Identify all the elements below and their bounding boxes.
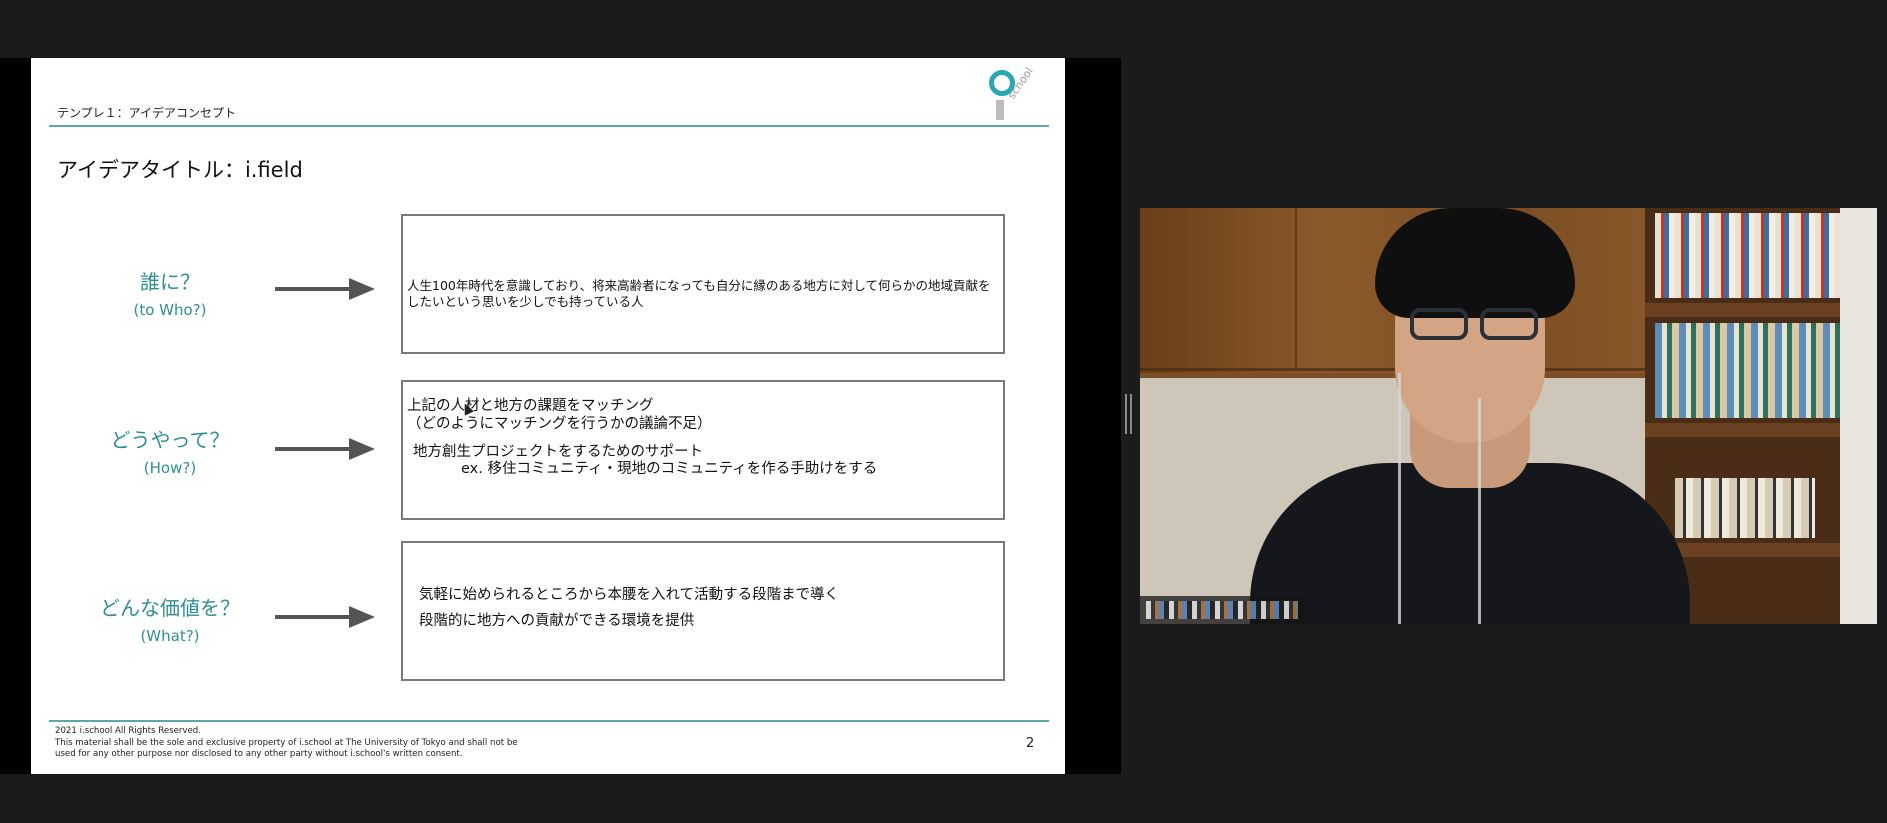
copyright-footer: 2021 i.school All Rights Reserved. This … [55, 726, 518, 761]
slide-title: アイデアタイトル：i.field [57, 158, 303, 182]
participant-name-plate [1140, 596, 1304, 624]
footer-line: 2021 i.school All Rights Reserved. [55, 726, 201, 736]
footer-rule [49, 720, 1049, 722]
split-divider-handle[interactable] [1125, 394, 1133, 434]
page-number: 2 [1026, 736, 1035, 751]
header-rule [49, 125, 1049, 127]
logo-bar-icon [996, 100, 1004, 120]
arrow-right-icon [275, 278, 375, 300]
question-how-sub: (How?) [143, 459, 197, 477]
answer-box-how: 上記の人材と地方の課題をマッチング （どのようにマッチングを行うかの議論不足） … [401, 380, 1005, 520]
question-how: どうやって？ (How?) [70, 424, 270, 477]
participant-name-pixelated [1146, 601, 1298, 619]
meeting-top-bar [0, 0, 1887, 58]
ischool-logo: school [981, 65, 1046, 130]
question-who: 誰に？ (to Who?) [70, 266, 270, 319]
glasses-icon [1410, 308, 1468, 340]
shared-slide: テンプレ１：アイデアコンセプト school アイデアタイトル：i.field … [31, 58, 1065, 774]
participant-video[interactable] [1140, 208, 1877, 624]
answer-box-what: 気軽に始められるところから本腰を入れて活動する段階まで導く 段階的に地方への貢献… [401, 541, 1005, 681]
question-how-label: どうやって？ [110, 428, 230, 452]
arrow-right-icon [275, 438, 375, 460]
answer-box-who: 人生100年時代を意識しており、将来高齢者になっても自分に縁のある地方に対して何… [401, 214, 1005, 354]
answer-what-line: 段階的に地方への貢献ができる環境を提供 [419, 613, 695, 629]
question-what-sub: (What?) [140, 627, 200, 645]
footer-line: used for any other purpose nor disclosed… [55, 749, 463, 759]
question-what: どんな価値を？ (What?) [70, 592, 270, 645]
question-who-label: 誰に？ [140, 270, 200, 294]
meeting-bottom-bar [0, 774, 1887, 823]
question-who-sub: (to Who?) [133, 301, 207, 319]
question-what-label: どんな価値を？ [100, 596, 240, 620]
footer-line: This material shall be the sole and excl… [55, 737, 518, 748]
answer-how-line: ex. 移住コミュニティ・現地のコミュニティを作る手助けをする [461, 461, 878, 477]
answer-what-line: 気軽に始められるところから本腰を入れて活動する段階まで導く [419, 587, 840, 603]
answer-who-text: 人生100年時代を意識しており、将来高齢者になっても自分に縁のある地方に対して何… [407, 278, 991, 309]
slide-header: テンプレ１：アイデアコンセプト [57, 106, 237, 120]
arrow-right-icon [275, 606, 375, 628]
answer-how-line: （どのようにマッチングを行うかの議論不足） [407, 416, 712, 432]
